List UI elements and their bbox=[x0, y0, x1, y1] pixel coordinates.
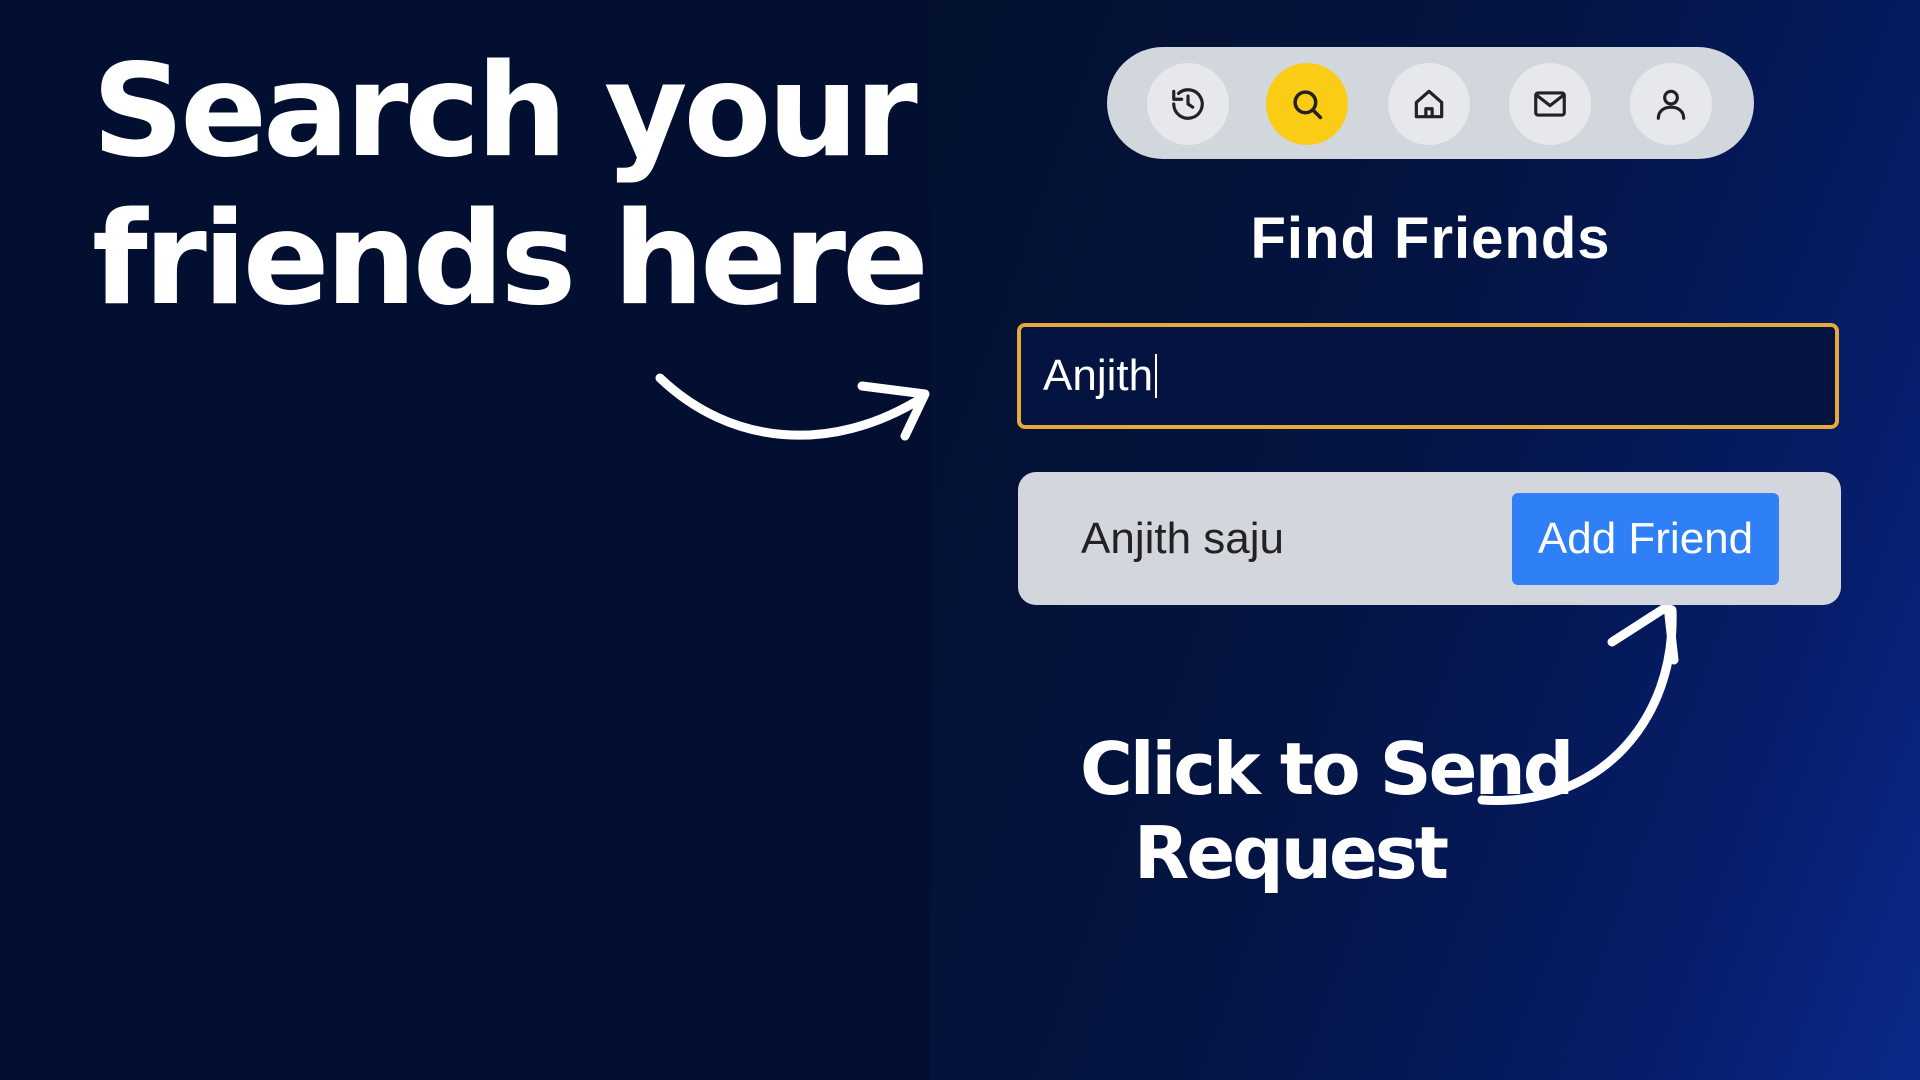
caption-annotation: Click to Send Request bbox=[1080, 727, 1574, 895]
nav-home-button[interactable] bbox=[1388, 63, 1470, 145]
caption-line-1: Click to Send bbox=[1080, 727, 1574, 811]
mail-icon bbox=[1534, 91, 1566, 117]
user-icon bbox=[1656, 89, 1686, 120]
nav-history-button[interactable] bbox=[1147, 63, 1229, 145]
search-input-value: Anjith bbox=[1043, 351, 1154, 400]
add-friend-button[interactable]: Add Friend bbox=[1512, 493, 1779, 585]
result-name: Anjith saju bbox=[1081, 514, 1285, 563]
text-caret bbox=[1155, 354, 1158, 398]
home-icon bbox=[1414, 89, 1444, 119]
history-icon bbox=[1172, 88, 1204, 120]
top-nav-bar bbox=[1107, 47, 1754, 159]
search-icon bbox=[1293, 90, 1323, 120]
list-item: Anjith saju Add Friend bbox=[1018, 472, 1841, 605]
caption-line-2: Request bbox=[1133, 811, 1449, 895]
nav-search-button[interactable] bbox=[1266, 63, 1348, 145]
search-input[interactable]: Anjith bbox=[1017, 323, 1839, 429]
nav-profile-button[interactable] bbox=[1630, 63, 1712, 145]
nav-messages-button[interactable] bbox=[1509, 63, 1591, 145]
page-title: Find Friends bbox=[1250, 206, 1611, 271]
